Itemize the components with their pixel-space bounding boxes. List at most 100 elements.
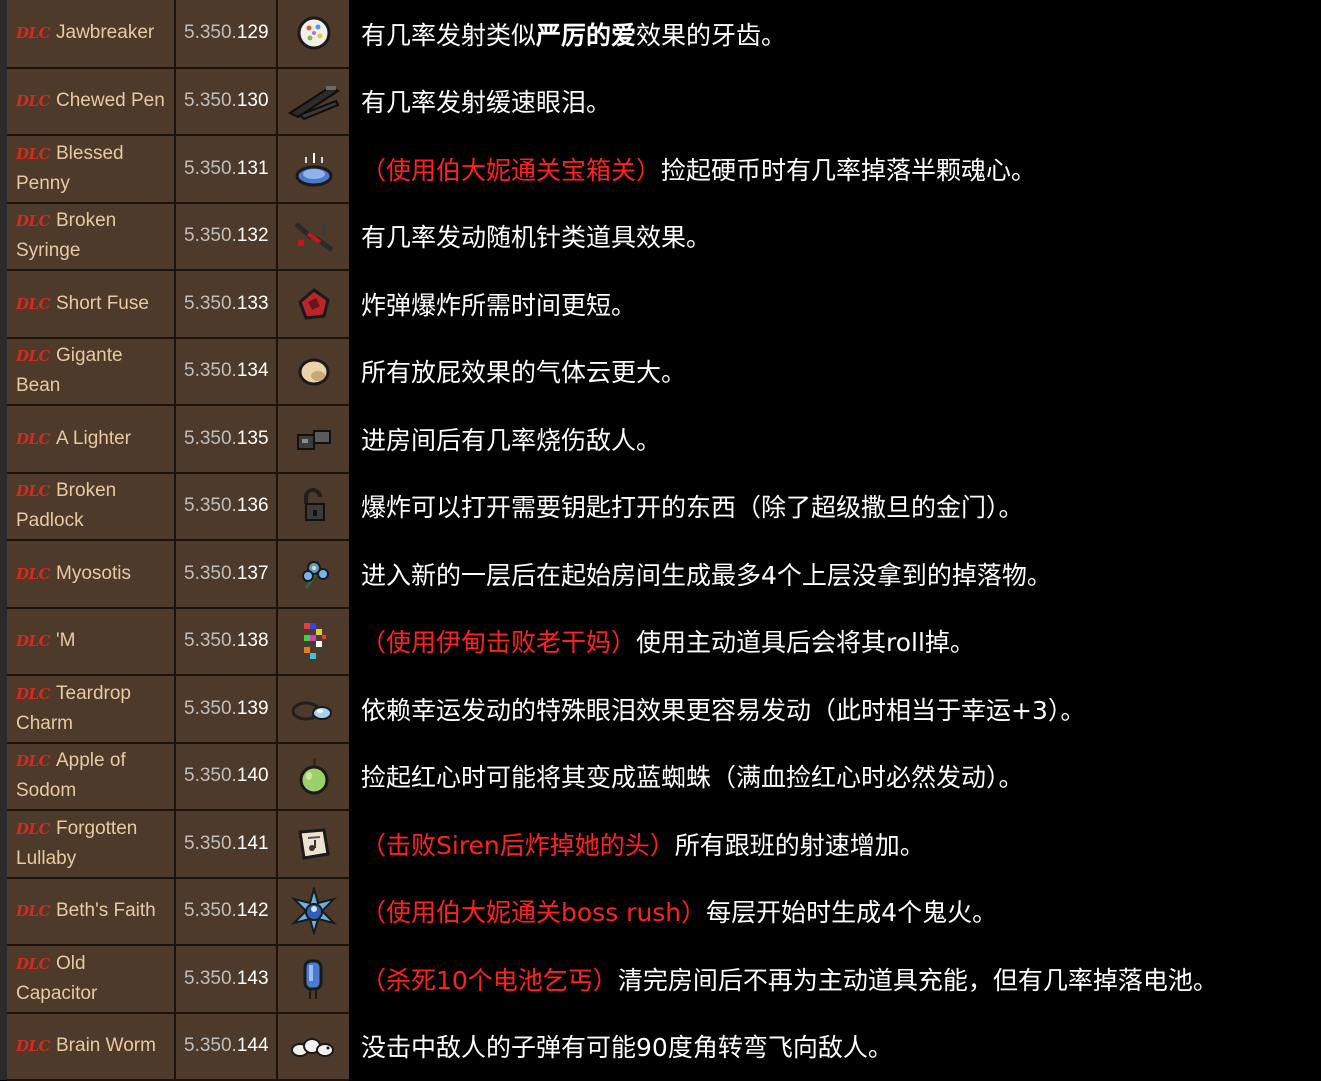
item-id-prefix: 5.350. <box>184 765 237 787</box>
row-gap <box>349 675 361 743</box>
row-gap <box>349 810 361 878</box>
row-edge <box>0 0 7 68</box>
row-edge <box>0 405 7 473</box>
forgotten-lullaby-icon[interactable] <box>292 824 336 864</box>
beths-faith-icon[interactable] <box>290 887 338 936</box>
table-row: DLC Old Capacitor 5.350.143 （杀死10个电池乞丐）清完… <box>0 945 1321 1014</box>
item-description: 有几率发射缓速眼泪。 <box>361 67 1321 135</box>
teardrop-charm-icon[interactable] <box>288 689 340 729</box>
item-id-cell: 5.350.134 <box>175 337 278 406</box>
item-id-number: 133 <box>236 292 269 314</box>
blessed-penny-icon[interactable] <box>292 147 336 191</box>
item-icon-cell <box>277 67 349 136</box>
dlc-badge: DLC <box>16 684 51 703</box>
row-gap <box>349 1012 361 1080</box>
item-id-number: 140 <box>236 765 269 787</box>
item-id-prefix: 5.350. <box>184 562 237 584</box>
item-name-cell: DLC Brain Worm <box>7 1012 176 1081</box>
unlock-requirement: （使用伯大妮通关boss rush） <box>361 898 707 928</box>
item-name-link[interactable]: Myosotis <box>56 563 131 584</box>
row-gap <box>349 540 361 608</box>
myosotis-icon[interactable] <box>294 554 334 594</box>
table-row: DLC Broken Syringe 5.350.132 有几率发动随机针类道具效… <box>0 202 1321 271</box>
item-name-cell: DLC Chewed Pen <box>7 67 176 136</box>
description-text: 所有跟班的射速增加。 <box>674 830 925 860</box>
item-id-prefix: 5.350. <box>184 832 237 854</box>
old-capacitor-icon[interactable] <box>296 955 332 1003</box>
item-description: 进房间后有几率烧伤敌人。 <box>361 405 1321 473</box>
broken-padlock-icon[interactable] <box>294 486 334 526</box>
description-text: 清完房间后不再为主动道具充能，但有几率掉落电池。 <box>617 965 1218 995</box>
row-edge <box>0 337 7 405</box>
item-id-prefix: 5.350. <box>184 22 237 44</box>
item-description: 没击中敌人的子弹有可能90度角转弯飞向敌人。 <box>361 1012 1321 1080</box>
item-id-number: 134 <box>236 360 269 382</box>
item-name-cell: DLC A Lighter <box>7 405 176 474</box>
row-edge <box>0 742 7 810</box>
description-text: 所有放屁效果的气体云更大。 <box>361 358 687 388</box>
broken-syringe-icon[interactable] <box>290 216 338 256</box>
item-id-number: 131 <box>236 157 269 179</box>
lighter-icon[interactable] <box>292 419 336 459</box>
item-name-link[interactable]: 'M <box>56 630 75 651</box>
description-text: 有几率发射类似 <box>361 20 537 50</box>
item-id-prefix: 5.350. <box>184 225 237 247</box>
row-edge <box>0 607 7 675</box>
item-icon-cell <box>277 742 349 811</box>
row-gap <box>349 0 361 68</box>
table-row: DLC Jawbreaker 5.350.129 有几率发射类似严厉的爱效果的牙齿… <box>0 0 1321 69</box>
item-name-cell: DLC Blessed Penny <box>7 135 176 204</box>
dlc-badge: DLC <box>16 752 51 771</box>
glitch-m-icon[interactable] <box>294 619 334 663</box>
item-name-link[interactable]: Short Fuse <box>56 293 149 314</box>
item-name-link[interactable]: Brain Worm <box>56 1035 156 1056</box>
short-fuse-icon[interactable] <box>294 284 334 324</box>
row-edge <box>0 810 7 878</box>
row-gap <box>349 742 361 810</box>
item-id-prefix: 5.350. <box>184 697 237 719</box>
row-edge <box>0 1012 7 1080</box>
item-icon-cell <box>277 202 349 271</box>
item-icon-cell <box>277 135 349 204</box>
item-name-link[interactable]: A Lighter <box>56 428 131 449</box>
item-id-prefix: 5.350. <box>184 967 237 989</box>
brain-worm-icon[interactable] <box>288 1026 340 1066</box>
dlc-badge: DLC <box>16 819 51 838</box>
item-id-number: 136 <box>236 495 269 517</box>
item-description: （使用伯大妮通关宝箱关）捡起硬币时有几率掉落半颗魂心。 <box>361 135 1321 203</box>
dlc-badge: DLC <box>16 902 51 921</box>
row-edge <box>0 135 7 203</box>
item-id-cell: 5.350.140 <box>175 742 278 811</box>
unlock-requirement: （击败Siren后炸掉她的头） <box>361 830 675 860</box>
item-description: （使用伯大妮通关boss rush）每层开始时生成4个鬼火。 <box>361 877 1321 945</box>
apple-of-sodom-icon[interactable] <box>294 754 334 798</box>
unlock-requirement: （杀死10个电池乞丐） <box>361 965 618 995</box>
gigante-bean-icon[interactable] <box>294 351 334 391</box>
jawbreaker-icon[interactable] <box>294 13 334 53</box>
item-description: （杀死10个电池乞丐）清完房间后不再为主动道具充能，但有几率掉落电池。 <box>361 945 1321 1013</box>
description-text: 有几率发动随机针类道具效果。 <box>361 223 712 253</box>
item-name-link[interactable]: Chewed Pen <box>56 90 165 111</box>
row-gap <box>349 877 361 945</box>
item-name-cell: DLC Jawbreaker <box>7 0 176 69</box>
description-link-bold[interactable]: 严厉的爱 <box>536 21 636 50</box>
table-row: DLC Beth's Faith 5.350.142 （使用伯大妮通关boss r… <box>0 877 1321 946</box>
row-edge <box>0 675 7 743</box>
trinket-table: DLC Jawbreaker 5.350.129 有几率发射类似严厉的爱效果的牙齿… <box>0 0 1321 1081</box>
item-id-cell: 5.350.132 <box>175 202 278 271</box>
item-id-prefix: 5.350. <box>184 292 237 314</box>
item-name-cell: DLC Broken Syringe <box>7 202 176 271</box>
row-edge <box>0 877 7 945</box>
row-gap <box>349 202 361 270</box>
item-icon-cell <box>277 270 349 339</box>
item-id-prefix: 5.350. <box>184 630 237 652</box>
description-text: 有几率发射缓速眼泪。 <box>361 88 612 118</box>
item-name-link[interactable]: Jawbreaker <box>56 22 154 43</box>
dlc-badge: DLC <box>16 347 51 366</box>
item-name-link[interactable]: Beth's Faith <box>56 900 156 921</box>
row-gap <box>349 945 361 1013</box>
item-id-number: 144 <box>236 1035 269 1057</box>
item-name-cell: DLC 'M <box>7 607 176 676</box>
unlock-requirement: （使用伯大妮通关宝箱关） <box>361 155 662 185</box>
chewed-pen-icon[interactable] <box>286 81 342 121</box>
